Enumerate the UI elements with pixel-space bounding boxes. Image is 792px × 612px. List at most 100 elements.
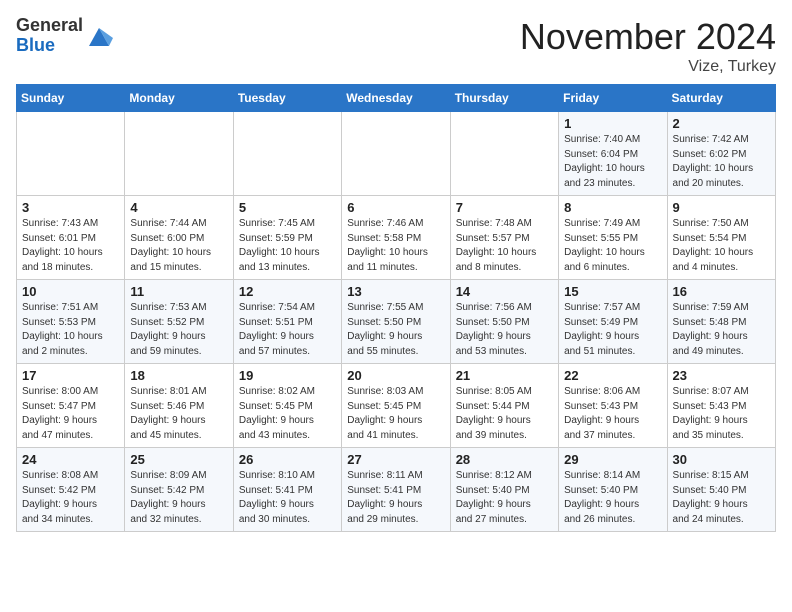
day-info: Sunrise: 8:10 AM Sunset: 5:41 PM Dayligh… <box>239 469 336 527</box>
day-info: Sunrise: 7:51 AM Sunset: 5:53 PM Dayligh… <box>22 301 119 359</box>
day-number: 22 <box>564 368 661 383</box>
day-info: Sunrise: 8:00 AM Sunset: 5:47 PM Dayligh… <box>22 385 119 443</box>
day-number: 5 <box>239 200 336 215</box>
logo-general-text: General <box>16 15 83 35</box>
day-cell: 29Sunrise: 8:14 AM Sunset: 5:40 PM Dayli… <box>559 448 667 532</box>
week-row-2: 3Sunrise: 7:43 AM Sunset: 6:01 PM Daylig… <box>17 196 776 280</box>
day-cell: 25Sunrise: 8:09 AM Sunset: 5:42 PM Dayli… <box>125 448 233 532</box>
day-number: 7 <box>456 200 553 215</box>
day-number: 28 <box>456 452 553 467</box>
day-number: 20 <box>347 368 444 383</box>
day-info: Sunrise: 8:15 AM Sunset: 5:40 PM Dayligh… <box>673 469 770 527</box>
day-number: 25 <box>130 452 227 467</box>
title-area: November 2024 Vize, Turkey <box>520 16 776 76</box>
day-number: 13 <box>347 284 444 299</box>
day-cell: 26 Sunrise: 8:10 AM Sunset: 5:41 PM Dayli… <box>233 448 341 532</box>
day-cell: 1 Sunrise: 7:40 AM Sunset: 6:04 PM Daylig… <box>559 112 667 196</box>
day-cell: 13 Sunrise: 7:55 AM Sunset: 5:50 PM Dayli… <box>342 280 450 364</box>
day-info: Sunrise: 8:07 AM Sunset: 5:43 PM Dayligh… <box>673 385 770 443</box>
day-cell <box>233 112 341 196</box>
day-number: 29 <box>564 452 661 467</box>
header-cell-friday: Friday <box>559 85 667 112</box>
day-cell: 7Sunrise: 7:48 AM Sunset: 5:57 PM Daylig… <box>450 196 558 280</box>
day-number: 1 <box>564 116 661 131</box>
day-info: Sunrise: 7:55 AM Sunset: 5:50 PM Dayligh… <box>347 301 444 359</box>
day-info: Sunrise: 8:08 AM Sunset: 5:42 PM Dayligh… <box>22 469 119 527</box>
day-info: Sunrise: 7:46 AM Sunset: 5:58 PM Dayligh… <box>347 217 444 275</box>
day-number: 17 <box>22 368 119 383</box>
week-row-4: 17 Sunrise: 8:00 AM Sunset: 5:47 PM Dayli… <box>17 364 776 448</box>
day-info: Sunrise: 8:06 AM Sunset: 5:43 PM Dayligh… <box>564 385 661 443</box>
day-cell: 18 Sunrise: 8:01 AM Sunset: 5:46 PM Dayli… <box>125 364 233 448</box>
day-number: 11 <box>130 284 227 299</box>
day-cell: 11Sunrise: 7:53 AM Sunset: 5:52 PM Dayli… <box>125 280 233 364</box>
day-cell: 20 Sunrise: 8:03 AM Sunset: 5:45 PM Dayli… <box>342 364 450 448</box>
day-info: Sunrise: 8:01 AM Sunset: 5:46 PM Dayligh… <box>130 385 227 443</box>
day-number: 18 <box>130 368 227 383</box>
day-number: 12 <box>239 284 336 299</box>
day-info: Sunrise: 8:05 AM Sunset: 5:44 PM Dayligh… <box>456 385 553 443</box>
day-cell: 16 Sunrise: 7:59 AM Sunset: 5:48 PM Dayli… <box>667 280 775 364</box>
day-cell: 22 Sunrise: 8:06 AM Sunset: 5:43 PM Dayli… <box>559 364 667 448</box>
day-info: Sunrise: 7:54 AM Sunset: 5:51 PM Dayligh… <box>239 301 336 359</box>
logo-blue-text: Blue <box>16 35 55 55</box>
day-number: 16 <box>673 284 770 299</box>
day-number: 19 <box>239 368 336 383</box>
day-number: 21 <box>456 368 553 383</box>
logo: General Blue <box>16 16 113 56</box>
day-info: Sunrise: 8:02 AM Sunset: 5:45 PM Dayligh… <box>239 385 336 443</box>
day-number: 3 <box>22 200 119 215</box>
month-title: November 2024 <box>520 16 776 58</box>
calendar-header: SundayMondayTuesdayWednesdayThursdayFrid… <box>17 85 776 112</box>
day-cell: 24 Sunrise: 8:08 AM Sunset: 5:42 PM Dayli… <box>17 448 125 532</box>
day-info: Sunrise: 7:56 AM Sunset: 5:50 PM Dayligh… <box>456 301 553 359</box>
day-cell: 23 Sunrise: 8:07 AM Sunset: 5:43 PM Dayli… <box>667 364 775 448</box>
week-row-3: 10 Sunrise: 7:51 AM Sunset: 5:53 PM Dayli… <box>17 280 776 364</box>
day-cell: 14 Sunrise: 7:56 AM Sunset: 5:50 PM Dayli… <box>450 280 558 364</box>
day-cell: 2Sunrise: 7:42 AM Sunset: 6:02 PM Daylig… <box>667 112 775 196</box>
day-number: 24 <box>22 452 119 467</box>
day-cell: 21 Sunrise: 8:05 AM Sunset: 5:44 PM Dayli… <box>450 364 558 448</box>
day-number: 27 <box>347 452 444 467</box>
location-subtitle: Vize, Turkey <box>520 58 776 76</box>
day-cell: 6 Sunrise: 7:46 AM Sunset: 5:58 PM Daylig… <box>342 196 450 280</box>
calendar-table: SundayMondayTuesdayWednesdayThursdayFrid… <box>16 84 776 532</box>
day-cell: 3Sunrise: 7:43 AM Sunset: 6:01 PM Daylig… <box>17 196 125 280</box>
day-number: 4 <box>130 200 227 215</box>
day-cell: 10 Sunrise: 7:51 AM Sunset: 5:53 PM Dayli… <box>17 280 125 364</box>
header-cell-thursday: Thursday <box>450 85 558 112</box>
day-info: Sunrise: 8:11 AM Sunset: 5:41 PM Dayligh… <box>347 469 444 527</box>
day-cell: 8 Sunrise: 7:49 AM Sunset: 5:55 PM Daylig… <box>559 196 667 280</box>
day-cell <box>125 112 233 196</box>
week-row-5: 24 Sunrise: 8:08 AM Sunset: 5:42 PM Dayli… <box>17 448 776 532</box>
day-info: Sunrise: 7:59 AM Sunset: 5:48 PM Dayligh… <box>673 301 770 359</box>
day-cell: 28 Sunrise: 8:12 AM Sunset: 5:40 PM Dayli… <box>450 448 558 532</box>
day-cell: 17 Sunrise: 8:00 AM Sunset: 5:47 PM Dayli… <box>17 364 125 448</box>
header-cell-wednesday: Wednesday <box>342 85 450 112</box>
day-cell: 15 Sunrise: 7:57 AM Sunset: 5:49 PM Dayli… <box>559 280 667 364</box>
day-number: 10 <box>22 284 119 299</box>
day-cell: 5Sunrise: 7:45 AM Sunset: 5:59 PM Daylig… <box>233 196 341 280</box>
day-cell: 19 Sunrise: 8:02 AM Sunset: 5:45 PM Dayli… <box>233 364 341 448</box>
day-info: Sunrise: 7:40 AM Sunset: 6:04 PM Dayligh… <box>564 133 661 191</box>
day-number: 14 <box>456 284 553 299</box>
day-number: 6 <box>347 200 444 215</box>
day-info: Sunrise: 8:12 AM Sunset: 5:40 PM Dayligh… <box>456 469 553 527</box>
day-number: 15 <box>564 284 661 299</box>
day-number: 9 <box>673 200 770 215</box>
day-cell: 4Sunrise: 7:44 AM Sunset: 6:00 PM Daylig… <box>125 196 233 280</box>
logo-icon <box>85 22 113 50</box>
week-row-1: 1 Sunrise: 7:40 AM Sunset: 6:04 PM Daylig… <box>17 112 776 196</box>
day-info: Sunrise: 7:49 AM Sunset: 5:55 PM Dayligh… <box>564 217 661 275</box>
day-number: 8 <box>564 200 661 215</box>
day-cell: 9 Sunrise: 7:50 AM Sunset: 5:54 PM Daylig… <box>667 196 775 280</box>
day-number: 26 <box>239 452 336 467</box>
day-info: Sunrise: 8:03 AM Sunset: 5:45 PM Dayligh… <box>347 385 444 443</box>
day-cell: 12 Sunrise: 7:54 AM Sunset: 5:51 PM Dayli… <box>233 280 341 364</box>
day-number: 2 <box>673 116 770 131</box>
day-info: Sunrise: 7:57 AM Sunset: 5:49 PM Dayligh… <box>564 301 661 359</box>
header-cell-tuesday: Tuesday <box>233 85 341 112</box>
day-info: Sunrise: 7:50 AM Sunset: 5:54 PM Dayligh… <box>673 217 770 275</box>
day-cell <box>342 112 450 196</box>
day-number: 23 <box>673 368 770 383</box>
